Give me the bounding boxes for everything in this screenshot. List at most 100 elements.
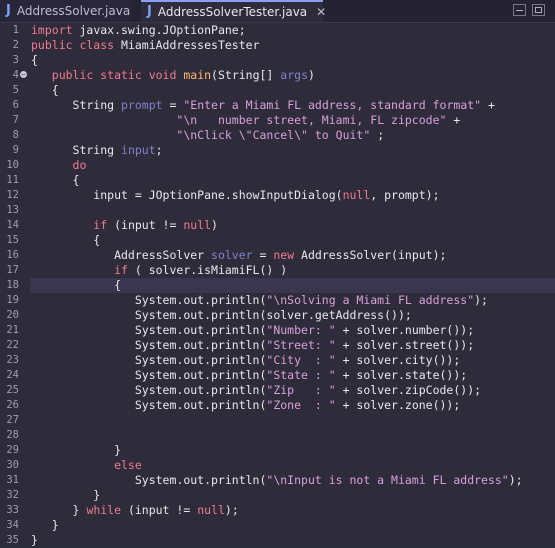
code-line[interactable]: 31 System.out.println("\nInput is not a … (0, 473, 555, 488)
java-file-icon: J (147, 4, 152, 19)
code-token: args (280, 68, 308, 82)
code-token: ); (224, 503, 239, 517)
code-token: } (31, 443, 122, 457)
code-token: main (183, 68, 212, 82)
code-token: = (162, 98, 184, 112)
code-token: "\nSolving a Miami FL address" (266, 293, 475, 307)
close-icon[interactable]: ✕ (316, 5, 326, 19)
code-line[interactable]: 25 System.out.println("Zip : " + solver.… (0, 383, 555, 398)
code-line[interactable]: 4– public static void main(String[] args… (0, 68, 555, 83)
line-number: 24 (6, 369, 19, 381)
code-token: System.out.println( (31, 338, 267, 352)
line-number: 10 (6, 159, 19, 171)
code-editor[interactable]: 1 import javax.swing.JOptionPane; 2 public … (0, 23, 555, 547)
tab-label: AddressSolver.java (16, 4, 131, 18)
code-text: else (31, 458, 142, 473)
code-token: System.out.println( (31, 383, 267, 397)
code-token: null (342, 188, 371, 202)
code-token: System.out.println( (31, 293, 267, 307)
code-line[interactable]: 30 else (0, 458, 555, 473)
code-line[interactable]: 18 { (0, 278, 555, 293)
code-token: + (446, 113, 461, 127)
code-token: , prompt); (370, 188, 440, 202)
code-token: } (31, 488, 101, 502)
line-number: 25 (6, 384, 19, 396)
code-line[interactable]: 32 } (0, 488, 555, 503)
java-file-icon: J (6, 3, 11, 18)
code-line[interactable]: 11 { (0, 173, 555, 188)
line-number: 12 (6, 189, 19, 201)
code-token: } (31, 503, 87, 517)
maximize-icon[interactable] (532, 4, 545, 16)
code-token: (input != (107, 218, 184, 232)
code-line[interactable]: 28 (0, 428, 555, 443)
line-number: 9 (12, 144, 19, 156)
code-token: System.out.println( (31, 368, 267, 382)
code-text: if ( solver.isMiamiFL() ) (31, 263, 287, 278)
code-token: = (252, 248, 274, 262)
code-line[interactable]: 27 (0, 413, 555, 428)
line-number: 33 (6, 504, 19, 516)
code-text: "\nClick \"Cancel\" to Quit" ; (31, 128, 384, 143)
code-token: new (273, 248, 295, 262)
line-number: 28 (6, 429, 19, 441)
minimize-icon[interactable] (513, 4, 526, 16)
code-line[interactable]: 10 do (0, 158, 555, 173)
tab-address-solver-tester[interactable]: J AddressSolverTester.java ✕ (141, 0, 326, 22)
line-number: 27 (6, 414, 19, 426)
code-line[interactable]: 20 System.out.println(solver.getAddress(… (0, 308, 555, 323)
code-line[interactable]: 12 input = JOptionPane.showInputDialog(n… (0, 188, 555, 203)
code-line[interactable]: 34 } (0, 518, 555, 533)
code-text: do (31, 158, 87, 173)
code-line[interactable]: 2 public class MiamiAddressesTester (0, 38, 555, 53)
code-line[interactable]: 9 String input; (0, 143, 555, 158)
line-number: 29 (6, 444, 19, 456)
code-token: + solver.zone()); (335, 398, 461, 412)
code-line[interactable]: 22 System.out.println("Street: " + solve… (0, 338, 555, 353)
code-line[interactable]: 26 System.out.println("Zone : " + solver… (0, 398, 555, 413)
code-text: String prompt = "Enter a Miami FL addres… (31, 98, 495, 113)
code-text: public static void main(String[] args) (31, 68, 315, 83)
code-line[interactable]: 33 } while (input != null); (0, 503, 555, 518)
code-text: System.out.println("Zone : " + solver.zo… (31, 398, 460, 413)
code-line[interactable]: 17 if ( solver.isMiamiFL() ) (0, 263, 555, 278)
code-text: "\n number street, Miami, FL zipcode" + (31, 113, 460, 128)
code-line[interactable]: 35} (0, 533, 555, 548)
line-number: 2 (12, 39, 19, 51)
code-line[interactable]: 16 AddressSolver solver = new AddressSol… (0, 248, 555, 263)
code-line[interactable]: 15 { (0, 233, 555, 248)
code-line[interactable]: 23 System.out.println("City : " + solver… (0, 353, 555, 368)
code-token: import (31, 23, 73, 37)
code-text: if (input != null) (31, 218, 218, 233)
code-line[interactable]: 14 if (input != null) (0, 218, 555, 233)
code-line[interactable]: 3{ (0, 53, 555, 68)
code-line[interactable]: 1 import javax.swing.JOptionPane; (0, 23, 555, 38)
editor-tab-bar: J AddressSolver.java J AddressSolverTest… (0, 0, 555, 23)
code-line[interactable]: 7 "\n number street, Miami, FL zipcode" … (0, 113, 555, 128)
code-line[interactable]: 21 System.out.println("Number: " + solve… (0, 323, 555, 338)
code-text: System.out.println("\nInput is not a Mia… (31, 473, 523, 488)
code-line[interactable]: 13 (0, 203, 555, 218)
code-line[interactable]: 24 System.out.println("State : " + solve… (0, 368, 555, 383)
tab-label: AddressSolverTester.java (157, 5, 308, 19)
code-token: } (31, 533, 38, 547)
code-token: System.out.println( (31, 353, 267, 367)
code-token: "Zone : " (266, 398, 336, 412)
code-line[interactable]: 29 } (0, 443, 555, 458)
line-number: 11 (6, 174, 19, 186)
tab-address-solver[interactable]: J AddressSolver.java (0, 0, 132, 22)
fold-icon[interactable]: – (20, 71, 27, 78)
code-line[interactable]: 19 System.out.println("\nSolving a Miami… (0, 293, 555, 308)
line-number: 34 (6, 519, 19, 531)
code-line[interactable]: 8 "\nClick \"Cancel\" to Quit" ; (0, 128, 555, 143)
code-token: System.out.println( (31, 323, 267, 337)
code-token: "Number: " (266, 323, 336, 337)
code-token: + solver.zipCode()); (335, 383, 482, 397)
code-token: public static void (31, 68, 177, 82)
code-line[interactable]: 6 String prompt = "Enter a Miami FL addr… (0, 98, 555, 113)
code-line[interactable]: 5 { (0, 83, 555, 98)
code-token: { (31, 83, 59, 97)
line-number: 8 (12, 129, 19, 141)
